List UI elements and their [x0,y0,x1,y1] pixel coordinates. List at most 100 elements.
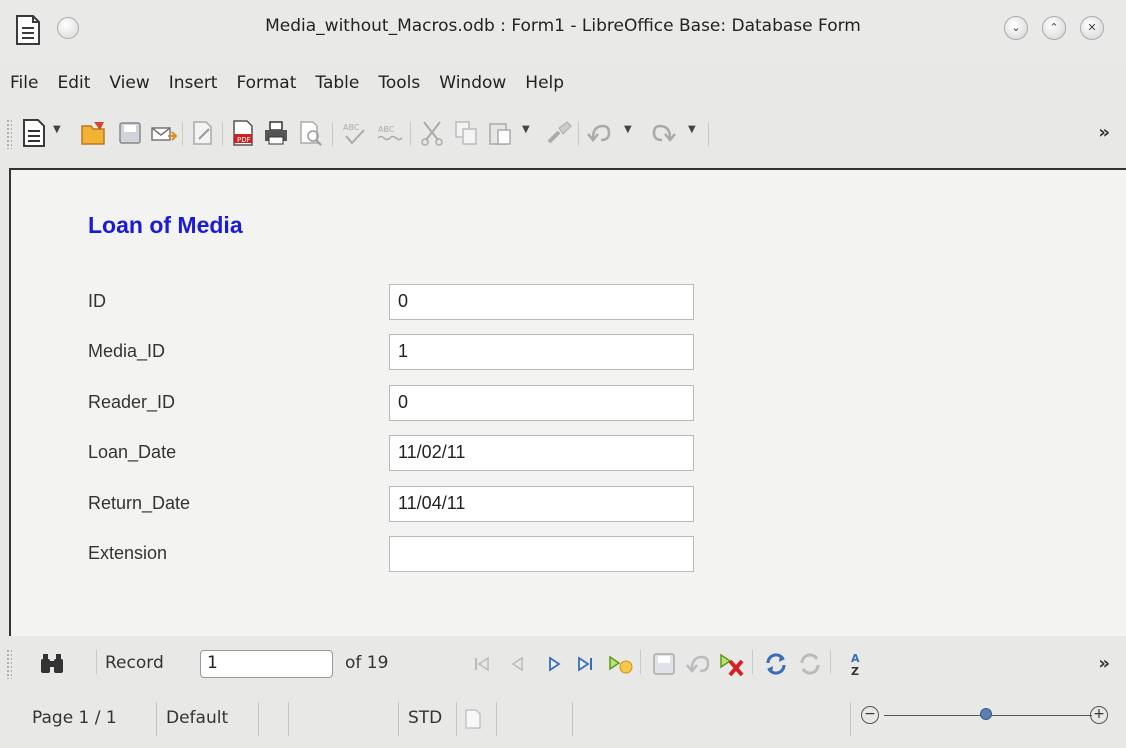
status-separator [496,702,497,736]
next-record-icon[interactable] [540,649,568,679]
toolbar-separator [708,122,709,146]
refresh-control-icon[interactable] [796,649,824,679]
last-record-icon[interactable] [572,649,600,679]
menu-edit[interactable]: Edit [57,73,90,93]
toolbar-more-icon[interactable]: » [1098,122,1110,143]
email-icon[interactable] [150,118,178,148]
find-record-icon[interactable] [38,649,66,679]
delete-record-icon[interactable] [718,649,746,679]
field-label-reader-id: Reader_ID [88,392,176,412]
autospellcheck-icon[interactable]: ABC [375,118,403,148]
media-id-field[interactable]: 1 [389,334,694,370]
status-separator [850,702,851,736]
status-separator [258,702,259,736]
new-record-icon[interactable] [606,649,634,679]
minimize-button[interactable]: ⌄ [1004,16,1028,40]
menu-file[interactable]: File [10,73,38,93]
toolbar-separator [410,122,411,146]
maximize-button[interactable]: ⌃ [1042,16,1066,40]
selection-mode-status[interactable]: STD [408,708,442,728]
chevron-down-icon: ⌄ [1011,21,1021,34]
field-label-media-id: Media_ID [88,341,166,361]
return-date-field[interactable]: 11/04/11 [389,486,694,522]
status-bar: Page 1 / 1 Default STD [0,692,1126,748]
save-icon[interactable] [116,118,144,148]
record-label: Record [105,653,164,673]
status-separator [288,702,289,736]
menu-view[interactable]: View [109,73,149,93]
clone-formatting-icon[interactable] [545,118,573,148]
undo-dropdown-arrow-icon[interactable]: ▼ [624,124,632,135]
field-label-extension: Extension [88,543,168,563]
zoom-in-icon[interactable]: + [1090,706,1108,724]
form-title: Loan of Media [88,212,243,238]
open-icon[interactable] [80,118,108,148]
status-separator [156,702,157,736]
print-preview-icon[interactable] [296,118,324,148]
page-style-status[interactable]: Default [166,708,228,728]
undo-icon[interactable] [585,118,613,148]
record-count-label: of 19 [345,653,389,673]
title-bar: Media_without_Macros.odb : Form1 - Libre… [0,0,1126,62]
toolbar-separator [182,122,183,146]
undo-record-icon[interactable] [684,649,712,679]
paste-dropdown-arrow-icon[interactable]: ▼ [522,124,530,135]
close-icon: ✕ [1087,21,1097,34]
loan-date-field[interactable]: 11/02/11 [389,435,694,471]
field-label-loan-date: Loan_Date [88,442,177,462]
new-dropdown-arrow-icon[interactable]: ▼ [53,124,61,135]
spellcheck-icon[interactable]: ABC [340,118,368,148]
menu-format[interactable]: Format [236,73,296,93]
cut-icon[interactable] [418,118,446,148]
page-number-status[interactable]: Page 1 / 1 [32,708,117,728]
status-separator [456,702,457,736]
close-button[interactable]: ✕ [1080,16,1104,40]
first-record-icon[interactable] [468,649,496,679]
svg-text:ABC: ABC [378,125,395,134]
toolbar-separator [640,650,641,674]
toolbar-separator [332,122,333,146]
print-icon[interactable] [262,118,290,148]
field-label-id: ID [88,291,106,311]
redo-dropdown-arrow-icon[interactable]: ▼ [688,124,696,135]
toolbar-grip[interactable] [6,119,12,149]
svg-text:PDF: PDF [237,136,251,144]
standard-toolbar: ▼ PDF ABC ABC ▼ ▼ ▼ » [0,108,1126,160]
refresh-icon[interactable] [762,649,790,679]
chevron-up-icon: ⌃ [1049,21,1059,34]
save-record-icon[interactable] [650,649,678,679]
paste-icon[interactable] [486,118,514,148]
menu-window[interactable]: Window [439,73,506,93]
toolbar-separator [222,122,223,146]
zoom-out-icon[interactable]: − [861,706,879,724]
edit-file-icon[interactable] [189,118,217,148]
form-navigation-bar: Record 1 of 19 A Z » [0,640,1126,688]
toolbar-separator [752,650,753,674]
sort-ascending-icon[interactable]: A Z [842,649,870,679]
menu-table[interactable]: Table [315,73,359,93]
navigation-more-icon[interactable]: » [1098,653,1110,674]
export-pdf-icon[interactable]: PDF [229,118,257,148]
status-separator [572,702,573,736]
status-separator [398,702,399,736]
menu-bar: File Edit View Insert Format Table Tools… [0,62,1126,104]
zoom-slider-handle[interactable] [980,708,992,720]
toolbar-grip[interactable] [6,649,12,679]
id-field[interactable]: 0 [389,284,694,320]
menu-insert[interactable]: Insert [169,73,218,93]
new-document-icon[interactable] [20,118,48,148]
menu-help[interactable]: Help [525,73,564,93]
toolbar-separator [830,650,831,674]
redo-icon[interactable] [650,118,678,148]
previous-record-icon[interactable] [504,649,532,679]
window-title: Media_without_Macros.odb : Form1 - Libre… [265,16,861,36]
reader-id-field[interactable]: 0 [389,385,694,421]
svg-text:A: A [851,652,860,665]
document-modified-icon [465,709,481,729]
toolbar-separator [96,650,97,674]
extension-field[interactable] [389,536,694,572]
svg-text:Z: Z [851,665,859,678]
record-number-input[interactable]: 1 [200,650,333,678]
copy-icon[interactable] [452,118,480,148]
menu-tools[interactable]: Tools [378,73,420,93]
